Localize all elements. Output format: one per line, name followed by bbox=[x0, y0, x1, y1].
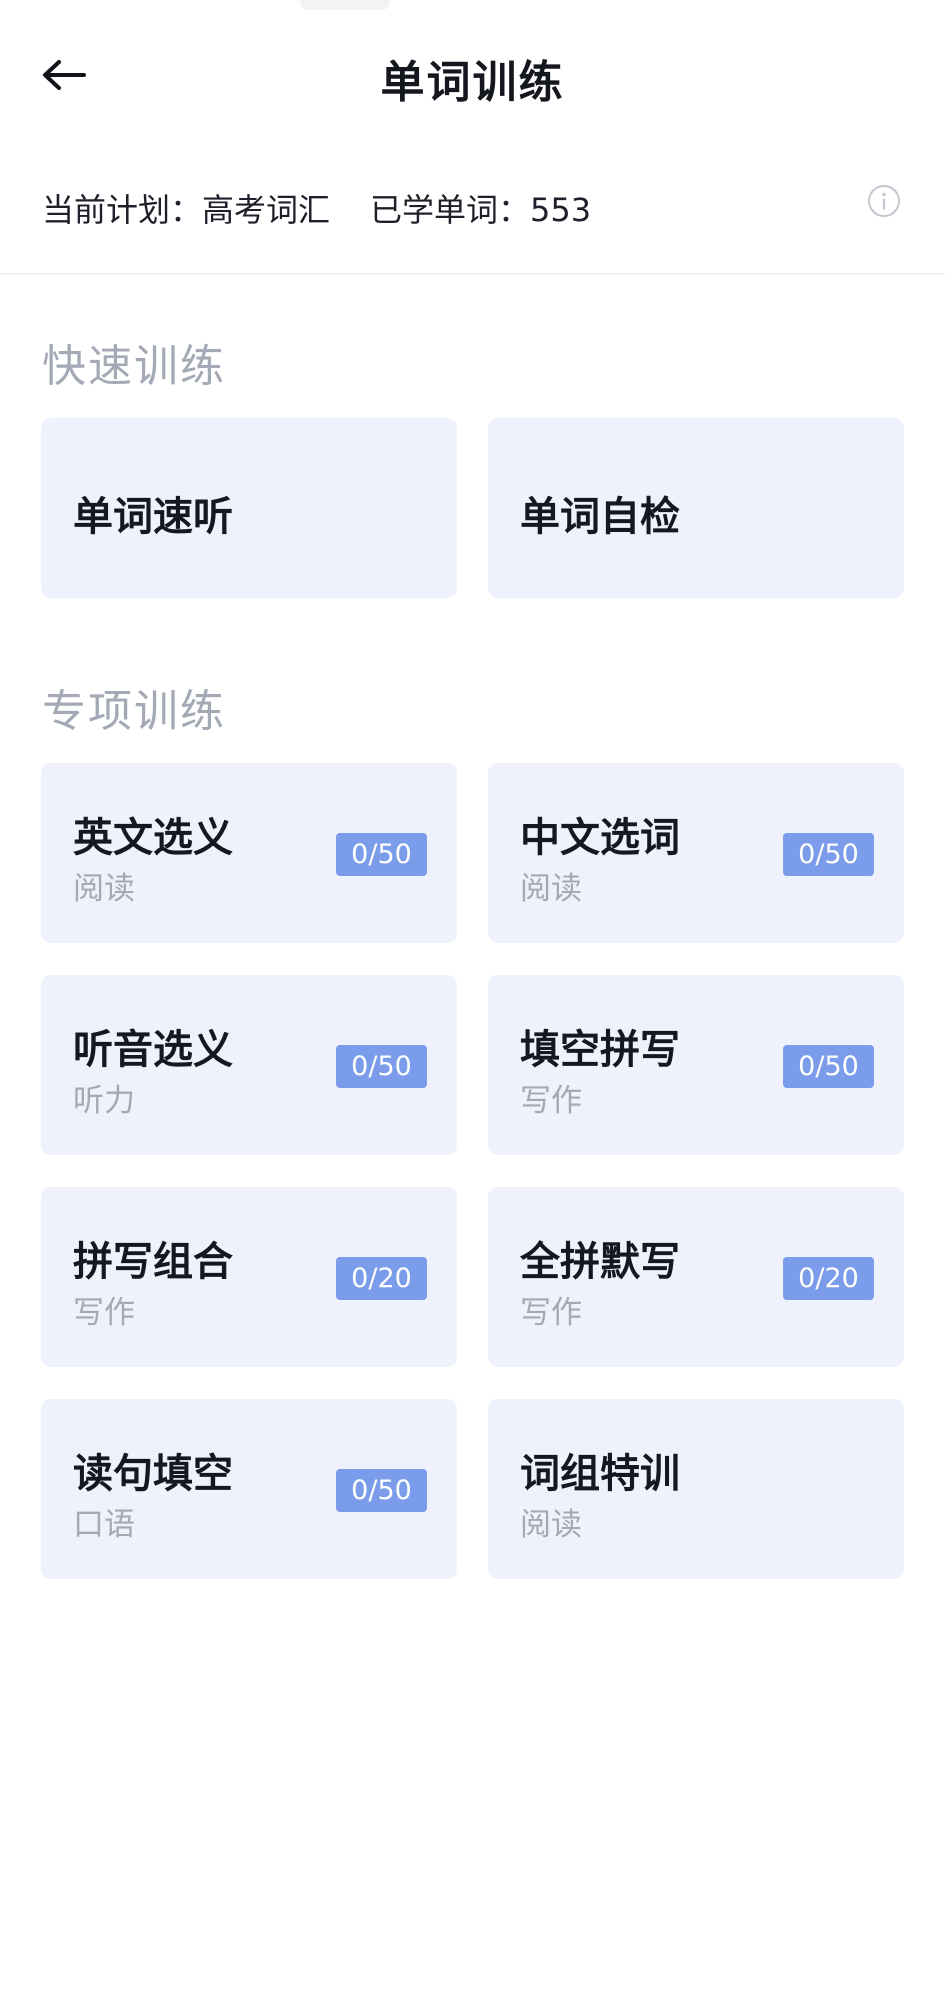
training-card-sentence-fill-blank[interactable]: 读句填空 口语 0/50 bbox=[41, 1399, 457, 1579]
card-skill: 写作 bbox=[520, 1295, 582, 1331]
plan-summary: 当前计划：高考词汇 已学单词：553 bbox=[42, 185, 591, 231]
card-title: 单词自检 bbox=[520, 494, 680, 540]
progress-badge: 0/50 bbox=[336, 833, 427, 876]
card-title: 读句填空 bbox=[73, 1451, 233, 1497]
card-title: 拼写组合 bbox=[73, 1239, 233, 1285]
card-title: 听音选义 bbox=[73, 1027, 233, 1073]
card-title: 词组特训 bbox=[520, 1451, 680, 1497]
learned-words-label: 已学单词： bbox=[370, 191, 531, 229]
card-skill: 阅读 bbox=[73, 871, 135, 907]
card-title: 单词速听 bbox=[73, 494, 233, 540]
quick-training-card-word-listening[interactable]: 单词速听 bbox=[41, 418, 457, 598]
special-training-title: 专项训练 bbox=[42, 686, 226, 737]
card-skill: 听力 bbox=[73, 1083, 135, 1119]
progress-badge: 0/50 bbox=[783, 833, 874, 876]
training-card-phrase-training[interactable]: 词组特训 阅读 bbox=[488, 1399, 904, 1579]
card-skill: 阅读 bbox=[520, 1507, 582, 1543]
card-title: 填空拼写 bbox=[520, 1027, 680, 1073]
page-title: 单词训练 bbox=[380, 57, 565, 108]
card-skill: 写作 bbox=[73, 1295, 135, 1331]
training-card-spelling-combination[interactable]: 拼写组合 写作 0/20 bbox=[41, 1187, 457, 1367]
plan-label: 当前计划： bbox=[42, 191, 203, 229]
header: 单词训练 bbox=[0, 0, 945, 150]
progress-badge: 0/50 bbox=[336, 1045, 427, 1088]
quick-training-card-word-self-check[interactable]: 单词自检 bbox=[488, 418, 904, 598]
card-skill: 口语 bbox=[73, 1507, 135, 1543]
training-card-full-dictation[interactable]: 全拼默写 写作 0/20 bbox=[488, 1187, 904, 1367]
training-card-chinese-choose-word[interactable]: 中文选词 阅读 0/50 bbox=[488, 763, 904, 943]
progress-badge: 0/20 bbox=[336, 1257, 427, 1300]
training-card-listen-choose-meaning[interactable]: 听音选义 听力 0/50 bbox=[41, 975, 457, 1155]
card-title: 英文选义 bbox=[73, 815, 233, 861]
training-card-fill-blank-spelling[interactable]: 填空拼写 写作 0/50 bbox=[488, 975, 904, 1155]
card-title: 全拼默写 bbox=[520, 1239, 680, 1285]
progress-badge: 0/50 bbox=[336, 1469, 427, 1512]
progress-badge: 0/50 bbox=[783, 1045, 874, 1088]
info-circle-icon[interactable] bbox=[867, 184, 901, 218]
card-skill: 写作 bbox=[520, 1083, 582, 1119]
plan-value: 高考词汇 bbox=[202, 191, 331, 229]
learned-words-count: 553 bbox=[530, 191, 592, 229]
quick-training-title: 快速训练 bbox=[42, 341, 226, 392]
plan-info-bar: 当前计划：高考词汇 已学单词：553 bbox=[0, 165, 945, 275]
progress-badge: 0/20 bbox=[783, 1257, 874, 1300]
card-skill: 阅读 bbox=[520, 871, 582, 907]
card-title: 中文选词 bbox=[520, 815, 680, 861]
training-card-english-choose-meaning[interactable]: 英文选义 阅读 0/50 bbox=[41, 763, 457, 943]
